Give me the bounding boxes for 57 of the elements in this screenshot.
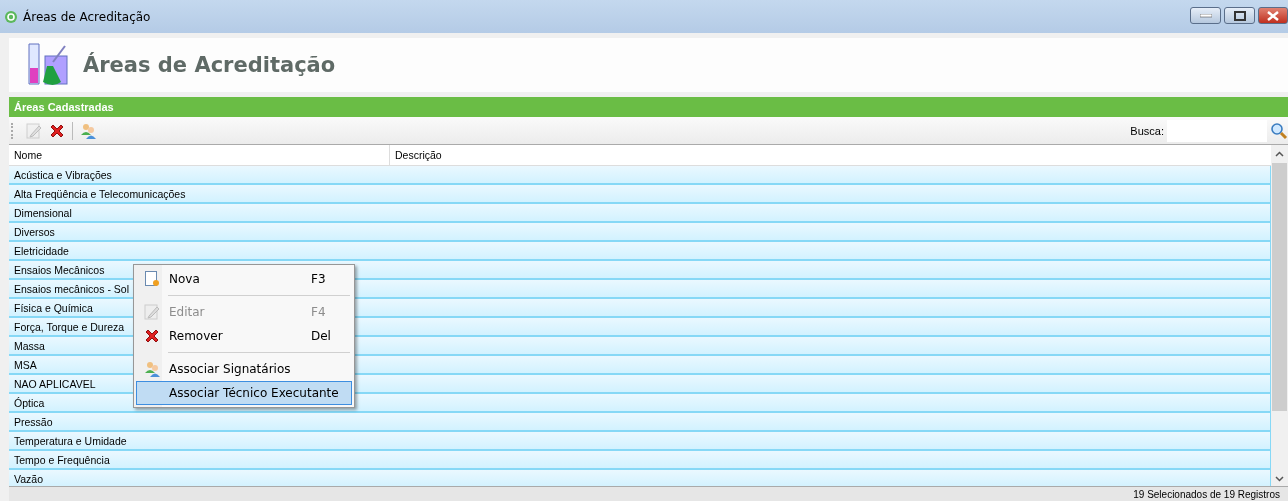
people-icon (80, 122, 97, 139)
table-row[interactable]: Alta Freqüência e Telecomunicações (9, 185, 1271, 204)
table-cell: Vazão (14, 472, 43, 485)
table-row[interactable]: Dimensional (9, 204, 1271, 223)
search-label: Busca: (1130, 124, 1164, 137)
table-cell: Óptica (14, 396, 45, 409)
column-header[interactable]: Nome (9, 145, 390, 165)
table-cell: Eletricidade (14, 244, 69, 257)
table-cell: Alta Freqüência e Telecomunicações (14, 187, 186, 200)
new-document-icon (144, 271, 160, 287)
table-cell: Diversos (14, 225, 55, 238)
delete-icon (49, 122, 65, 139)
table-row[interactable]: Eletricidade (9, 242, 1271, 261)
maximize-icon (1233, 10, 1246, 21)
search-icon[interactable] (1270, 121, 1288, 140)
table-cell: Pressão (14, 415, 53, 428)
minimize-icon (1199, 13, 1212, 18)
panel-title: Áreas Cadastradas (14, 101, 114, 113)
pencil-icon (144, 304, 160, 320)
minimize-button[interactable] (1190, 7, 1221, 24)
menu-item[interactable]: Associar Técnico Executante (136, 381, 352, 405)
table-cell: Ensaios Mecânicos (14, 263, 105, 276)
table-cell: Ensaios mecânicos - Sol (14, 282, 129, 295)
people-icon (143, 361, 161, 377)
app-icon (4, 9, 18, 24)
table-row[interactable]: Diversos (9, 223, 1271, 242)
scroll-down-icon[interactable] (1275, 476, 1284, 482)
shortcut-label: F4 (311, 305, 327, 319)
table-row[interactable]: Tempo e Frequência (9, 451, 1271, 470)
column-header[interactable]: Descrição (390, 145, 1271, 165)
close-button[interactable] (1258, 7, 1288, 24)
table-cell: Acústica e Vibrações (14, 168, 112, 181)
table-cell: Força, Torque e Dureza (14, 320, 125, 333)
table-row[interactable]: Acústica e Vibrações (9, 166, 1271, 185)
table-cell: NAO APLICAVEL (14, 377, 96, 390)
maximize-button[interactable] (1224, 7, 1255, 24)
table-cell: Dimensional (14, 206, 72, 219)
window-title: Áreas de Acreditação (23, 9, 151, 24)
table-cell: Física e Química (14, 301, 93, 314)
table-cell: Massa (14, 339, 45, 352)
flask-icon (25, 42, 71, 88)
status-text: 19 Selecionados de 19 Registros (1133, 488, 1280, 500)
close-icon (1267, 10, 1279, 21)
table-row[interactable]: Vazão (9, 470, 1271, 486)
delete-icon (144, 328, 160, 344)
scrollbar[interactable] (1271, 145, 1288, 486)
table-cell: Temperatura e Umidade (14, 434, 127, 447)
page-title: Áreas de Acreditação (83, 53, 336, 77)
menu-label: Associar Signatários (168, 362, 292, 376)
scroll-up-icon[interactable] (1275, 151, 1284, 157)
table-row[interactable]: Temperatura e Umidade (9, 432, 1271, 451)
table-row[interactable]: Pressão (9, 413, 1271, 432)
menu-label: Editar (168, 305, 206, 319)
table-cell: MSA (14, 358, 37, 371)
table-cell: Tempo e Frequência (14, 453, 110, 466)
pencil-icon (26, 122, 42, 139)
scroll-thumb[interactable] (1272, 163, 1287, 411)
